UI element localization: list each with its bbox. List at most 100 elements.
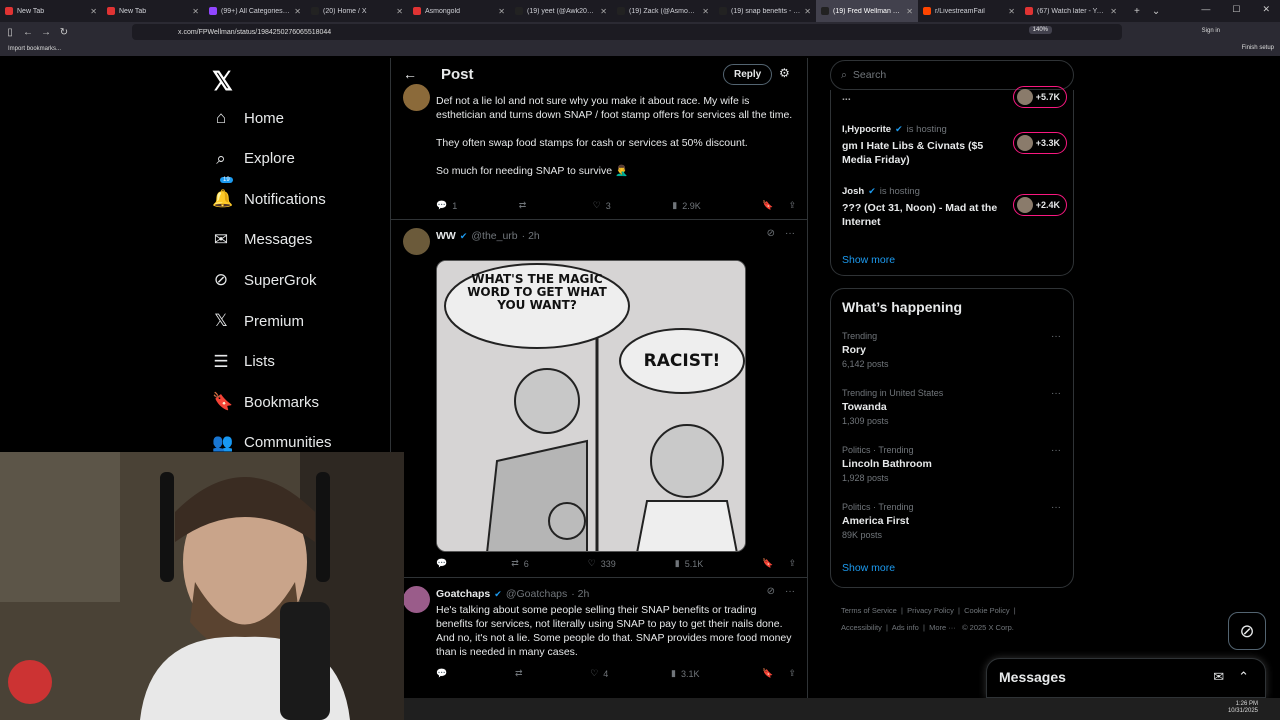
tab-close-icon[interactable]: ✕ (1008, 7, 1015, 16)
avatar[interactable] (403, 228, 430, 255)
messages-drawer[interactable]: Messages ✉ ⌃ (986, 658, 1266, 698)
repost-action[interactable]: ⇄ 6 (511, 558, 529, 569)
browser-tab[interactable]: (99+) All Categories - Twitch ✕ (204, 0, 306, 22)
bookmark-icon[interactable]: 🔖 (762, 558, 773, 569)
more-options-icon[interactable]: ··· (785, 228, 795, 239)
trend-item[interactable]: Trending in United States Towanda 1,309 po… (842, 388, 1067, 426)
compose-message-icon[interactable]: ✉ (1213, 669, 1224, 685)
grok-icon[interactable]: ⊘ (767, 586, 775, 597)
tab-close-icon[interactable]: ✕ (192, 7, 199, 16)
sidebar-toggle-icon[interactable]: ▯ (2, 27, 18, 38)
browser-tab[interactable]: (19) yeet (@Awk20000) / X ✕ (510, 0, 612, 22)
show-more-link[interactable]: Show more (842, 254, 895, 266)
share-icon[interactable]: ⇪ (788, 668, 796, 679)
tweet-reply-1[interactable]: Def not a lie lol and not sure why you m… (391, 80, 807, 220)
nav-item-bookmarks[interactable]: 🔖 Bookmarks (212, 392, 319, 412)
sliders-icon[interactable]: ⚙ (779, 66, 790, 80)
trend-item[interactable]: Politics · Trending America First 89K post… (842, 502, 1067, 540)
grok-icon[interactable]: ⊘ (767, 228, 775, 239)
tab-close-icon[interactable]: ✕ (702, 7, 709, 16)
close-window-button[interactable]: ✕ (1262, 4, 1270, 15)
browser-tab[interactable]: (19) snap benefits - Search ✕ (714, 0, 816, 22)
address-bar[interactable]: x.com/FPWellman/status/19842502760655180… (132, 24, 1122, 40)
tab-close-icon[interactable]: ✕ (294, 7, 301, 16)
grok-floating-button[interactable]: ⊘ (1228, 612, 1266, 650)
views-action[interactable]: ▮ 2.9K (672, 200, 700, 211)
browser-tab[interactable]: Asmongold ✕ (408, 0, 510, 22)
reply-action[interactable]: 💬 (436, 558, 452, 569)
live-listeners-pill[interactable]: +5.7K (1013, 86, 1067, 108)
share-icon[interactable]: ⇪ (788, 558, 796, 569)
tab-list-chevron-icon[interactable]: ⌄ (1152, 6, 1160, 17)
bookmark-icon[interactable]: 🔖 (762, 668, 773, 679)
accessibility-link[interactable]: Accessibility (841, 623, 882, 632)
avatar[interactable] (403, 586, 430, 613)
signin-button[interactable]: Sign in (1202, 28, 1220, 34)
cookie-link[interactable]: Cookie Policy (964, 606, 1009, 615)
share-icon[interactable]: ⇪ (788, 200, 796, 211)
trend-item[interactable]: Trending Rory 6,142 posts ··· (842, 331, 1067, 369)
new-tab-button[interactable]: + (1134, 6, 1140, 17)
live-item[interactable]: I,Hypocrite ✔ is hosting gm I Hate Libs … (842, 124, 1067, 167)
finish-setup-link[interactable]: Finish setup (1242, 45, 1274, 51)
tab-close-icon[interactable]: ✕ (90, 7, 97, 16)
browser-tab[interactable]: r/LivestreamFail ✕ (918, 0, 1020, 22)
nav-item-lists[interactable]: ☰ Lists (212, 352, 274, 372)
tab-close-icon[interactable]: ✕ (600, 7, 607, 16)
show-more-link[interactable]: Show more (842, 562, 895, 574)
forward-arrow-icon[interactable]: → (38, 27, 54, 38)
nav-item-supergrok[interactable]: ⊘ SuperGrok (212, 270, 317, 290)
more-link[interactable]: More ··· (929, 623, 956, 632)
browser-tab[interactable]: (67) Watch later - YouTube ✕ (1020, 0, 1122, 22)
browser-tab[interactable]: (19) Fred Wellman on X: "Th ✕ (816, 0, 918, 22)
avatar[interactable] (403, 84, 430, 111)
trend-item[interactable]: Politics · Trending Lincoln Bathroom 1,928… (842, 445, 1067, 483)
live-listeners-pill[interactable]: +2.4K (1013, 194, 1067, 216)
nav-item-communities[interactable]: 👥 Communities (212, 433, 332, 453)
browser-tab[interactable]: (19) Zack (@Asmongold) / X ✕ (612, 0, 714, 22)
views-action[interactable]: ▮ 5.1K (675, 558, 703, 569)
browser-tab[interactable]: (20) Home / X ✕ (306, 0, 408, 22)
author-name[interactable]: Goatchaps (436, 588, 490, 600)
browser-tab[interactable]: New Tab ✕ (0, 0, 102, 22)
tweet-time[interactable]: · 2h (571, 588, 589, 600)
reply-action[interactable]: 💬 1 (436, 200, 457, 211)
bookmark-icon[interactable]: 🔖 (762, 200, 773, 211)
like-action[interactable]: ♡ 3 (593, 200, 611, 211)
more-options-icon[interactable]: ··· (1051, 331, 1061, 342)
author-handle[interactable]: @Goatchaps (506, 588, 567, 600)
browser-tab[interactable]: New Tab ✕ (102, 0, 204, 22)
more-options-icon[interactable]: ··· (1051, 445, 1061, 456)
repost-action[interactable]: ⇄ (515, 668, 528, 679)
live-item[interactable]: Josh ✔ is hosting ??? (Oct 31, Noon) - M… (842, 186, 1067, 229)
nav-item-home[interactable]: ⌂ Home (212, 108, 284, 128)
more-options-icon[interactable]: ··· (1051, 388, 1061, 399)
tab-close-icon[interactable]: ✕ (1110, 7, 1117, 16)
nav-item-explore[interactable]: ⌕ Explore (212, 149, 295, 169)
tweet-reply-3[interactable]: Goatchaps ✔ @Goatchaps · 2h ⊘ ··· He's t… (391, 578, 807, 698)
x-logo-icon[interactable]: 𝕏 (212, 66, 233, 97)
author-name[interactable]: WW (436, 230, 456, 242)
comic-image[interactable]: WHAT'S THE MAGIC WORD TO GET WHAT YOU WA… (436, 260, 746, 552)
terms-link[interactable]: Terms of Service (841, 606, 897, 615)
like-action[interactable]: ♡ 339 (588, 558, 616, 569)
import-bookmarks-link[interactable]: Import bookmarks... (8, 46, 61, 52)
tab-close-icon[interactable]: ✕ (498, 7, 505, 16)
taskbar-clock[interactable]: 1:26 PM 10/31/2025 (1228, 701, 1258, 715)
nav-item-premium[interactable]: 𝕏 Premium (212, 311, 304, 331)
tab-close-icon[interactable]: ✕ (396, 7, 403, 16)
nav-item-notifications[interactable]: 🔔 19 Notifications (212, 177, 326, 209)
tab-close-icon[interactable]: ✕ (906, 7, 913, 16)
more-options-icon[interactable]: ··· (785, 586, 795, 597)
tab-close-icon[interactable]: ✕ (804, 7, 811, 16)
reload-icon[interactable]: ↻ (56, 27, 72, 38)
privacy-link[interactable]: Privacy Policy (907, 606, 954, 615)
tweet-time[interactable]: · 2h (522, 230, 540, 242)
live-listeners-pill[interactable]: +3.3K (1013, 132, 1067, 154)
ads-info-link[interactable]: Ads info (892, 623, 919, 632)
repost-action[interactable]: ⇄ (519, 200, 532, 211)
author-handle[interactable]: @the_urb (471, 230, 517, 242)
views-action[interactable]: ▮ 3.1K (671, 668, 699, 679)
maximize-button[interactable]: ☐ (1232, 4, 1240, 15)
tweet-reply-2[interactable]: WW ✔ @the_urb · 2h ⊘ ··· WHAT'S THE MAGI… (391, 220, 807, 578)
